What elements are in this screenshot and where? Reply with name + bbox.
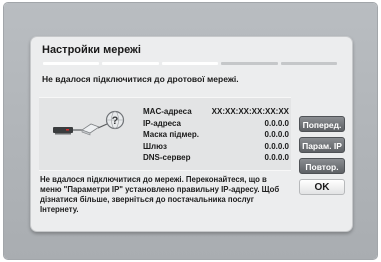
network-info-table: MAC-адреса XX:XX:XX:XX:XX:XX IP-адреса 0…	[143, 106, 289, 164]
network-info-panel: ? MAC-адреса XX:XX:XX:XX:XX:XX IP-адреса…	[39, 97, 291, 171]
router-icon	[81, 123, 100, 136]
network-connection-graphic: ?	[53, 110, 125, 136]
retry-button[interactable]: Повтор.	[299, 158, 345, 174]
internet-globe-icon: ?	[105, 110, 125, 130]
info-value: 0.0.0.0	[264, 118, 289, 128]
previous-button[interactable]: Поперед.	[299, 116, 345, 132]
progress-step-5	[280, 62, 338, 65]
info-label: DNS-сервер	[143, 153, 191, 163]
progress-step-1	[43, 62, 100, 65]
progress-step-4	[221, 62, 278, 65]
player-device-icon	[53, 127, 73, 135]
ip-settings-button[interactable]: Парам. IP	[299, 137, 345, 153]
help-message: Не вдалося підключитися до мережі. Перек…	[40, 175, 280, 214]
info-value: 0.0.0.0	[264, 153, 289, 163]
info-label: Маска підмер.	[143, 130, 199, 140]
network-settings-dialog: Настройки мережі Не вдалося підключитися…	[30, 36, 353, 232]
info-row-mac: MAC-адреса XX:XX:XX:XX:XX:XX	[143, 106, 289, 118]
info-row-dns: DNS-сервер 0.0.0.0	[143, 152, 289, 164]
info-value: XX:XX:XX:XX:XX:XX	[211, 107, 289, 116]
info-row-gateway: Шлюз 0.0.0.0	[143, 141, 289, 153]
dialog-title: Настройки мережі	[42, 44, 141, 56]
tv-screen: Настройки мережі Не вдалося підключитися…	[4, 3, 377, 259]
dialog-button-group: Поперед. Парам. IP Повтор. OK	[299, 116, 345, 200]
info-label: IP-адреса	[143, 118, 181, 128]
step-progress-bar	[43, 62, 338, 65]
info-label: MAC-адреса	[143, 107, 192, 116]
question-mark-icon: ?	[112, 115, 119, 127]
info-label: Шлюз	[143, 141, 167, 151]
connection-error-heading: Не вдалося підключитися до дротової мере…	[42, 74, 239, 84]
info-row-subnet: Маска підмер. 0.0.0.0	[143, 129, 289, 141]
info-value: 0.0.0.0	[264, 141, 289, 151]
info-value: 0.0.0.0	[264, 130, 289, 140]
ok-button[interactable]: OK	[299, 179, 345, 195]
progress-step-2	[102, 62, 159, 65]
progress-step-3	[161, 62, 219, 65]
info-row-ip: IP-адреса 0.0.0.0	[143, 118, 289, 130]
